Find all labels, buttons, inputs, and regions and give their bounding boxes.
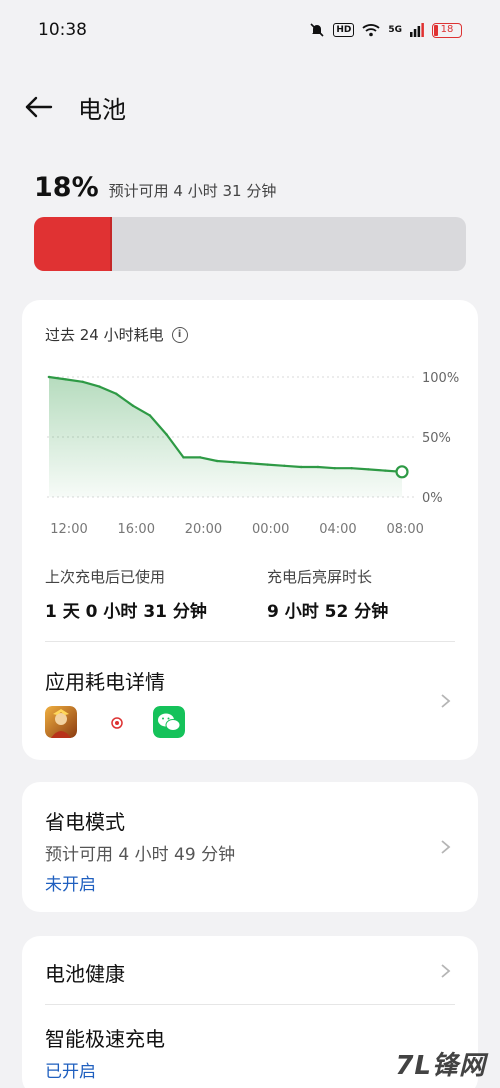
since-charge-stat: 上次充电后已使用 1 天 0 小时 31 分钟 xyxy=(45,566,207,622)
watermark-logo: 7L锋网 xyxy=(395,1051,486,1081)
usage-chart-svg: 100% 50% 0% 12:00 16:00 20:00 00:00 04:00 08:00 xyxy=(47,371,459,537)
chevron-right-icon xyxy=(441,964,451,978)
data-point xyxy=(383,469,387,472)
y-tick-label: 50% xyxy=(422,431,451,446)
data-point xyxy=(182,456,185,459)
screen-time-label: 充电后亮屏时长 xyxy=(267,568,373,586)
data-point xyxy=(81,380,84,383)
x-tick-label: 16:00 xyxy=(118,522,155,537)
battery-level-bar xyxy=(34,217,466,271)
y-tick-label: 100% xyxy=(422,371,459,386)
screen-time-value: 9 小时 52 分钟 xyxy=(267,602,389,622)
usage-chart: 100% 50% 0% 12:00 16:00 20:00 00:00 04:00 08:00 xyxy=(22,360,478,550)
fast-charge-state: 已开启 xyxy=(45,1062,96,1082)
status-time: 10:38 xyxy=(38,20,87,40)
data-point xyxy=(64,378,68,381)
usage-chart-title: 过去 24 小时耗电 xyxy=(45,326,164,344)
data-point xyxy=(115,392,118,395)
chevron-right-icon xyxy=(441,840,451,854)
camera-app-icon xyxy=(111,717,123,729)
battery-health-row[interactable]: 电池健康 xyxy=(22,936,478,1004)
back-arrow-icon[interactable] xyxy=(24,92,54,122)
data-point xyxy=(299,465,303,469)
data-point xyxy=(199,456,202,459)
data-point xyxy=(165,433,168,436)
silent-bell-icon xyxy=(310,23,324,37)
wechat-app-icon xyxy=(153,706,185,738)
x-tick-label: 12:00 xyxy=(50,522,87,537)
data-point xyxy=(131,404,135,407)
hd-icon: HD xyxy=(333,23,355,37)
status-bar: 10:38 HD 5G 18 xyxy=(0,0,500,60)
battery-estimate: 预计可用 4 小时 31 分钟 xyxy=(108,182,277,200)
data-point xyxy=(333,467,336,470)
header: 电池 xyxy=(24,85,476,129)
network-type: 5G xyxy=(388,25,402,35)
since-charge-value: 1 天 0 小时 31 分钟 xyxy=(45,602,207,622)
signal-icon xyxy=(410,23,424,37)
x-tick-label: 20:00 xyxy=(185,522,222,537)
usage-area xyxy=(49,377,402,497)
app-icons-row xyxy=(45,706,185,738)
battery-summary: 18% 预计可用 4 小时 31 分钟 xyxy=(34,172,466,271)
battery-health-title: 电池健康 xyxy=(45,962,125,986)
since-charge-label: 上次充电后已使用 xyxy=(45,568,166,586)
power-saver-card[interactable]: 省电模式 预计可用 4 小时 49 分钟 未开启 xyxy=(22,782,478,912)
data-point xyxy=(316,465,320,469)
battery-percent: 18% xyxy=(34,172,99,203)
app-usage-details-title: 应用耗电详情 xyxy=(45,670,165,694)
data-point xyxy=(266,463,269,466)
x-tick-label: 00:00 xyxy=(252,522,289,537)
usage-chart-header: 过去 24 小时耗电 i xyxy=(45,324,188,345)
battery-status-icon: 18 xyxy=(432,22,462,38)
data-point xyxy=(350,467,353,470)
data-point xyxy=(47,375,51,379)
x-tick-label: 04:00 xyxy=(319,522,356,537)
data-point xyxy=(283,464,286,467)
game-app-icon xyxy=(45,706,77,738)
data-point xyxy=(98,385,101,388)
info-icon[interactable]: i xyxy=(171,326,188,343)
power-saver-estimate: 预计可用 4 小时 49 分钟 xyxy=(45,845,236,865)
fast-charge-title: 智能极速充电 xyxy=(45,1027,165,1051)
power-saver-state: 未开启 xyxy=(45,875,96,895)
data-point xyxy=(249,462,252,465)
y-tick-label: 0% xyxy=(422,491,443,506)
data-point xyxy=(232,461,236,464)
current-level-marker xyxy=(395,465,409,479)
power-saver-title: 省电模式 xyxy=(45,810,125,834)
page-title: 电池 xyxy=(78,95,126,124)
data-point xyxy=(367,468,370,471)
screen-time-stat: 充电后亮屏时长 9 小时 52 分钟 xyxy=(267,566,388,622)
chevron-right-icon xyxy=(441,694,451,708)
data-point xyxy=(148,414,152,417)
x-tick-label: 08:00 xyxy=(386,522,423,537)
battery-level-fill xyxy=(34,217,112,271)
usage-card: 过去 24 小时耗电 i 100% 50% 0% 12:00 16:00 20:00 00:… xyxy=(22,300,478,760)
status-icons: HD 5G 18 xyxy=(309,22,462,38)
wifi-icon xyxy=(362,24,380,37)
data-point xyxy=(215,459,219,463)
